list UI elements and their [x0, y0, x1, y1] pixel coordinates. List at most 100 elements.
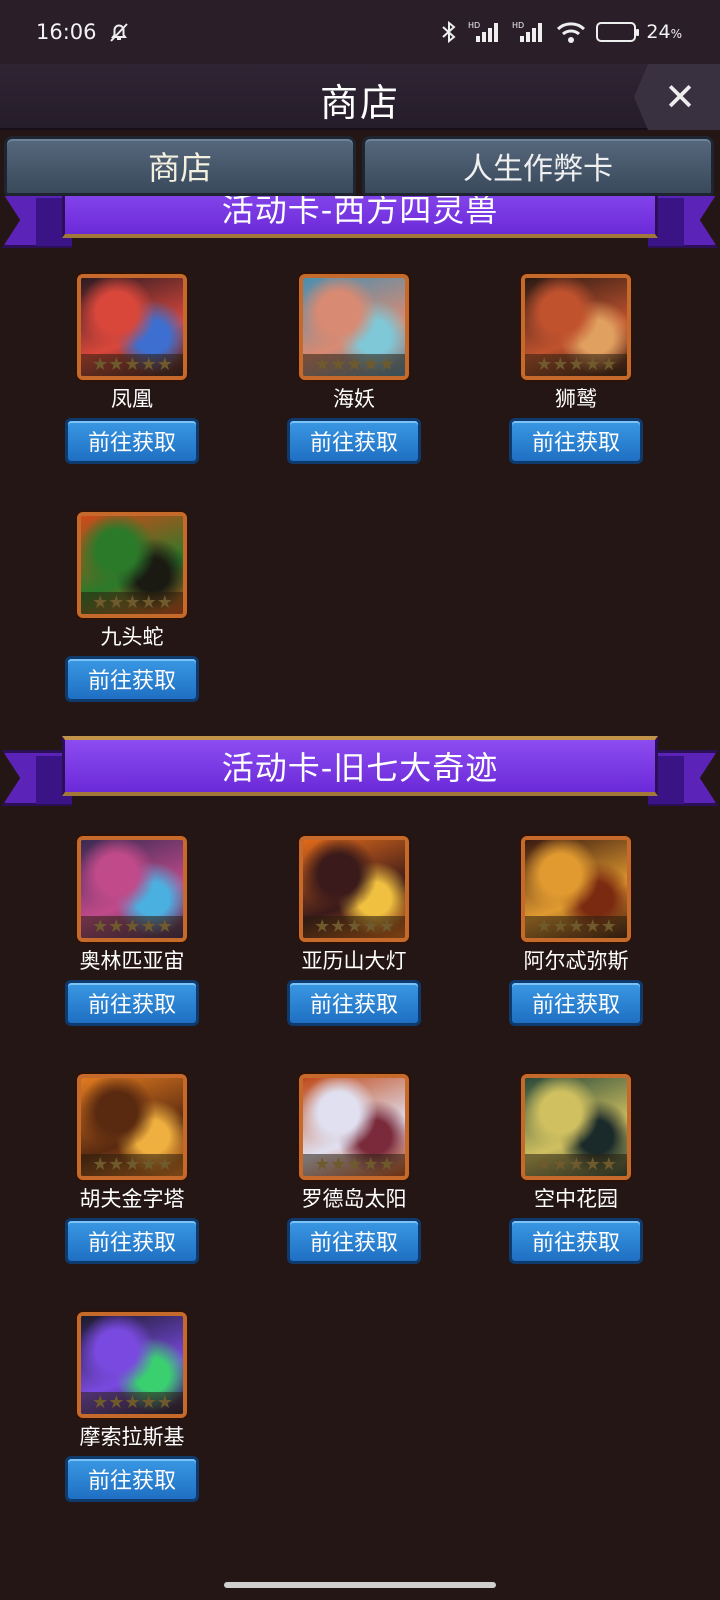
card-image[interactable]: ★ ★ ★ ★ ★	[299, 1074, 409, 1180]
star-icon: ★	[92, 1154, 108, 1176]
star-icon: ★	[378, 1154, 395, 1176]
star-icon: ★	[552, 354, 568, 376]
get-button[interactable]: 前往获取	[65, 979, 199, 1026]
item-card: ★ ★ ★ ★ ★ 九头蛇前往获取	[62, 512, 202, 702]
get-button[interactable]: 前往获取	[509, 979, 643, 1026]
get-button[interactable]: 前往获取	[287, 417, 421, 464]
shop-header: 商店 ✕	[0, 64, 720, 130]
star-rating: ★ ★ ★ ★ ★	[525, 915, 627, 938]
star-icon: ★	[124, 354, 140, 376]
star-rating: ★ ★ ★ ★ ★	[303, 915, 405, 938]
item-card: ★ ★ ★ ★ ★ 亚历山大灯前往获取	[284, 836, 424, 1026]
star-icon: ★	[92, 354, 108, 376]
bluetooth-icon	[440, 20, 458, 44]
star-icon: ★	[346, 354, 362, 376]
star-rating: ★ ★ ★ ★ ★	[81, 915, 183, 938]
card-name: 空中花园	[534, 1186, 618, 1211]
card-image[interactable]: ★ ★ ★ ★ ★	[299, 836, 409, 942]
card-image[interactable]: ★ ★ ★ ★ ★	[77, 1312, 187, 1418]
item-card: ★ ★ ★ ★ ★ 狮鹫 前往获取	[506, 274, 646, 464]
star-icon: ★	[552, 1154, 568, 1176]
item-card: ★ ★ ★ ★ ★ 奥林匹亚宙前往获取	[62, 836, 202, 1026]
get-button[interactable]: 前往获取	[65, 1217, 199, 1264]
star-icon: ★	[156, 1154, 173, 1176]
card-image[interactable]: ★ ★ ★ ★ ★	[521, 274, 631, 380]
home-indicator[interactable]	[224, 1582, 496, 1588]
star-icon: ★	[346, 1154, 362, 1176]
card-image[interactable]: ★ ★ ★ ★ ★	[299, 274, 409, 380]
star-rating: ★ ★ ★ ★ ★	[303, 1153, 405, 1176]
item-card: ★ ★ ★ ★ ★ 阿尔忒弥斯前往获取	[506, 836, 646, 1026]
card-image[interactable]: ★ ★ ★ ★ ★	[521, 1074, 631, 1180]
card-name: 阿尔忒弥斯	[523, 948, 629, 973]
tab-shop[interactable]: 商店	[4, 136, 356, 196]
card-image[interactable]: ★ ★ ★ ★ ★	[77, 836, 187, 942]
star-icon: ★	[330, 916, 346, 938]
star-icon: ★	[108, 916, 124, 938]
star-icon: ★	[600, 354, 617, 376]
card-name: 海妖	[333, 386, 375, 411]
get-button[interactable]: 前往获取	[65, 655, 199, 702]
section-banner: 活动卡-西方四灵兽	[0, 196, 720, 250]
star-icon: ★	[108, 354, 124, 376]
card-name: 凤凰	[111, 386, 153, 411]
close-button[interactable]: ✕	[634, 64, 720, 130]
star-icon: ★	[108, 592, 124, 614]
get-button[interactable]: 前往获取	[509, 417, 643, 464]
star-rating: ★ ★ ★ ★ ★	[303, 353, 405, 376]
get-button[interactable]: 前往获取	[287, 1217, 421, 1264]
star-icon: ★	[584, 354, 601, 376]
get-button[interactable]: 前往获取	[65, 1455, 199, 1502]
card-name: 摩索拉斯基	[79, 1424, 185, 1449]
tab-life-cheat-card[interactable]: 人生作弊卡	[362, 136, 714, 196]
star-icon: ★	[92, 1392, 108, 1414]
card-image[interactable]: ★ ★ ★ ★ ★	[521, 836, 631, 942]
card-name: 奥林匹亚宙	[79, 948, 185, 973]
star-icon: ★	[600, 1154, 617, 1176]
star-icon: ★	[140, 592, 157, 614]
card-name: 九头蛇	[100, 624, 164, 649]
wifi-icon	[556, 20, 586, 44]
star-icon: ★	[156, 916, 173, 938]
card-image[interactable]: ★ ★ ★ ★ ★	[77, 512, 187, 618]
get-button[interactable]: 前往获取	[65, 417, 199, 464]
star-icon: ★	[140, 916, 157, 938]
close-icon: ✕	[664, 75, 696, 119]
star-icon: ★	[156, 1392, 173, 1414]
star-icon: ★	[378, 916, 395, 938]
get-button[interactable]: 前往获取	[287, 979, 421, 1026]
card-name: 狮鹫	[555, 386, 597, 411]
star-rating: ★ ★ ★ ★ ★	[81, 1391, 183, 1414]
card-image[interactable]: ★ ★ ★ ★ ★	[77, 1074, 187, 1180]
star-icon: ★	[124, 1392, 140, 1414]
star-icon: ★	[584, 916, 601, 938]
card-image[interactable]: ★ ★ ★ ★ ★	[77, 274, 187, 380]
shop-content[interactable]: 活动卡-西方四灵兽 ★ ★ ★ ★ ★ 凤凰 前往获取 ★ ★ ★ ★ ★ 海妖 前往获取 ★ ★ ★ ★ ★ 狮鹫 前往…	[0, 196, 720, 1568]
star-icon: ★	[108, 1154, 124, 1176]
hd-signal-icon: HD	[512, 20, 546, 44]
star-icon: ★	[314, 1154, 330, 1176]
star-icon: ★	[362, 354, 379, 376]
status-time: 16:06	[36, 20, 97, 44]
star-icon: ★	[362, 1154, 379, 1176]
star-icon: ★	[568, 354, 584, 376]
star-icon: ★	[568, 916, 584, 938]
star-rating: ★ ★ ★ ★ ★	[525, 1153, 627, 1176]
star-icon: ★	[536, 354, 552, 376]
section-title: 活动卡-旧七大奇迹	[62, 736, 658, 796]
star-icon: ★	[362, 916, 379, 938]
battery-text: 24%	[646, 21, 682, 43]
section-banner: 活动卡-旧七大奇迹	[0, 736, 720, 808]
star-icon: ★	[330, 354, 346, 376]
star-rating: ★ ★ ★ ★ ★	[81, 353, 183, 376]
star-rating: ★ ★ ★ ★ ★	[81, 1153, 183, 1176]
star-icon: ★	[536, 1154, 552, 1176]
svg-text:HD: HD	[512, 21, 524, 30]
tab-bar: 商店 人生作弊卡	[0, 132, 720, 196]
card-name: 亚历山大灯	[301, 948, 407, 973]
page-title: 商店	[319, 81, 400, 125]
item-card: ★ ★ ★ ★ ★ 胡夫金字塔前往获取	[62, 1074, 202, 1264]
get-button[interactable]: 前往获取	[509, 1217, 643, 1264]
card-name: 胡夫金字塔	[79, 1186, 185, 1211]
star-icon: ★	[156, 592, 173, 614]
